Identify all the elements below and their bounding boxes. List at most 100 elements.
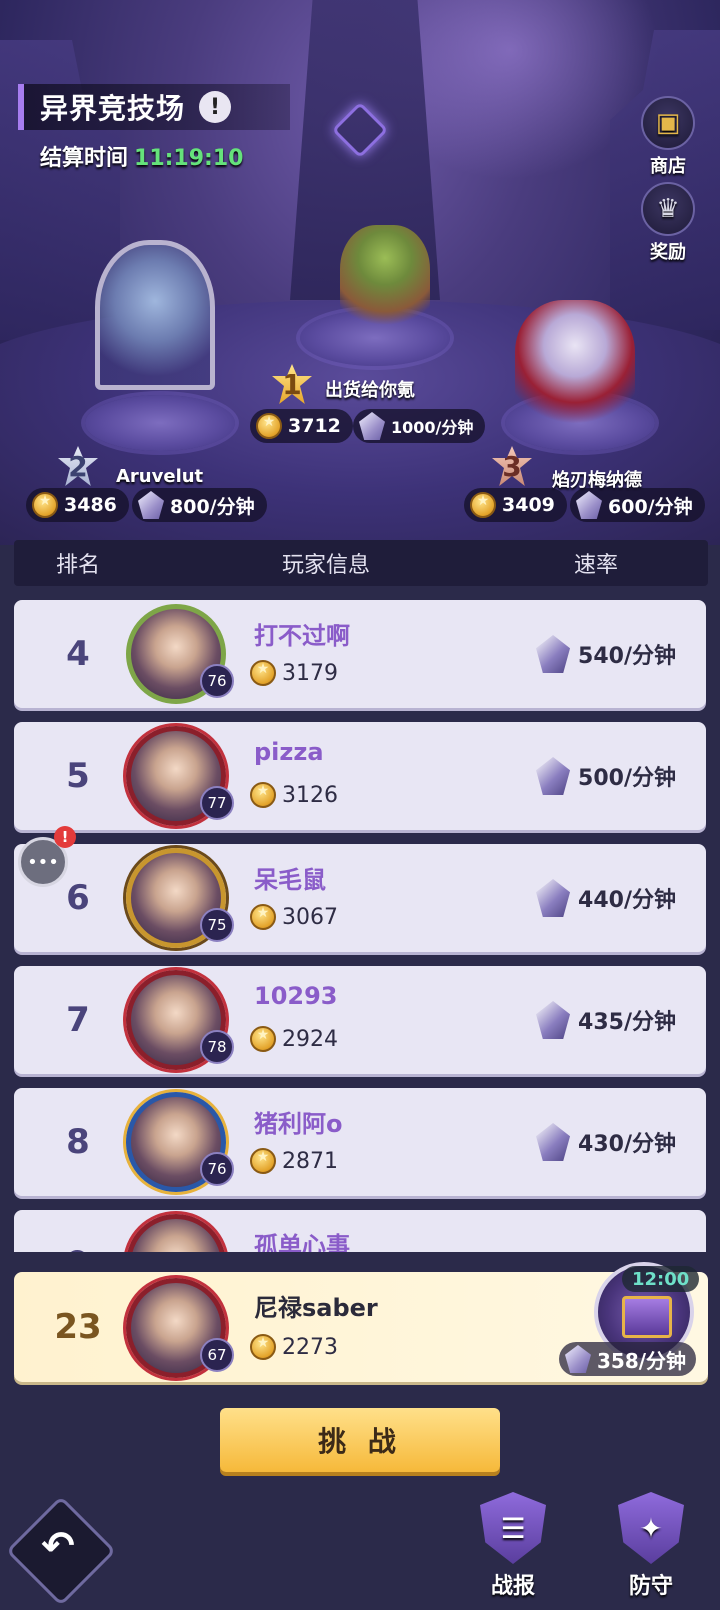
ranking-row[interactable]: 9 孤单心事	[14, 1210, 706, 1252]
podium-3-score-value: 3409	[502, 494, 555, 516]
player-score: 3067	[250, 904, 338, 930]
header-rate: 速率	[574, 553, 619, 578]
crystal-icon	[565, 1345, 591, 1373]
reward-button[interactable]: ♛ 奖励	[638, 182, 698, 264]
ranking-row[interactable]: 8 76 猪利阿o 2871 430/分钟	[14, 1088, 706, 1196]
rate-value: 440/分钟	[578, 888, 676, 913]
level-badge: 76	[200, 1152, 234, 1186]
settle-time: 11:19:10	[134, 146, 244, 171]
ranking-row[interactable]: 5 77 pizza 3126 500/分钟	[14, 722, 706, 830]
crystal-icon	[536, 1123, 571, 1161]
row-rank: 4	[66, 634, 90, 674]
chat-icon: •••	[27, 851, 59, 873]
ranking-row[interactable]: 6 75 呆毛鼠 3067 440/分钟	[14, 844, 706, 952]
rate-value: 500/分钟	[578, 766, 676, 791]
trophy-icon: ♛	[641, 182, 695, 236]
player-score: 3179	[250, 660, 338, 686]
crystal-icon	[536, 1001, 571, 1039]
podium-3-rate-value: 600/分钟	[608, 495, 693, 518]
podium-2-rate: 800/分钟	[132, 488, 267, 522]
pedestal-2	[85, 395, 235, 451]
score-value: 2871	[282, 1148, 338, 1174]
rate-value: 430/分钟	[578, 1132, 676, 1157]
player-score: 2871	[250, 1148, 338, 1174]
podium-2-rate-value: 800/分钟	[170, 495, 255, 518]
coin-icon	[256, 413, 282, 439]
ranking-row[interactable]: 4 76 打不过啊 3179 540/分钟	[14, 600, 706, 708]
score-value: 3067	[282, 904, 338, 930]
ranking-list[interactable]: 4 76 打不过啊 3179 540/分钟 5 77 pizza 3126 50…	[14, 600, 708, 1252]
back-arrow-icon: ↶	[41, 1523, 75, 1570]
level-badge: 76	[200, 664, 234, 698]
podium-2-name: Aruvelut	[116, 466, 204, 487]
podium-1-rate-value: 1000/分钟	[391, 418, 474, 437]
page-title: 异界竞技场	[40, 92, 186, 125]
back-button[interactable]: ↶	[5, 1495, 117, 1607]
battle-report-label: 战报	[490, 1574, 535, 1599]
header-player: 玩家信息	[282, 553, 371, 578]
score-value: 3179	[282, 660, 338, 686]
shop-label: 商店	[650, 156, 686, 177]
self-score: 2273	[250, 1334, 338, 1360]
player-score: 3126	[250, 782, 338, 808]
player-rate: 435/分钟	[536, 966, 676, 1074]
arena-scene	[0, 0, 720, 545]
settle-label: 结算时间	[40, 146, 129, 171]
self-name: 尼禄saber	[254, 1294, 378, 1322]
info-icon[interactable]: !	[199, 91, 232, 123]
coin-icon	[250, 660, 276, 686]
self-rank: 23	[54, 1307, 102, 1347]
row-rank: 5	[66, 756, 90, 796]
crystal-icon	[536, 879, 571, 917]
coin-icon	[250, 1334, 276, 1360]
settle-timer: 结算时间 11:19:10	[40, 140, 243, 172]
self-ranking-row[interactable]: 23 67 尼禄saber 2273 12:00 358/分钟	[14, 1262, 708, 1382]
defense-button[interactable]: ✦ 防守	[606, 1492, 696, 1600]
hero-rank-3[interactable]	[515, 300, 635, 430]
coin-icon	[32, 492, 58, 518]
crystal-icon	[536, 635, 571, 673]
level-badge: 78	[200, 1030, 234, 1064]
self-score-value: 2273	[282, 1334, 338, 1360]
hero-rank-1[interactable]	[340, 225, 430, 335]
player-rate: 500/分钟	[536, 722, 676, 830]
battle-report-button[interactable]: ☰ 战报	[468, 1492, 558, 1600]
self-rate: 358/分钟	[559, 1342, 697, 1376]
self-level-badge: 67	[200, 1338, 234, 1372]
row-rank: 9	[58, 1210, 98, 1252]
podium-1-rate: 1000/分钟	[353, 409, 486, 443]
score-value: 3126	[282, 782, 338, 808]
shop-icon: ▣	[641, 96, 695, 150]
row-rank: 8	[66, 1122, 90, 1162]
defense-label: 防守	[628, 1574, 673, 1599]
hero-rank-2[interactable]	[95, 240, 215, 390]
player-name: 10293	[254, 982, 338, 1010]
coin-icon	[250, 1026, 276, 1052]
podium-3-score: 3409	[464, 488, 567, 522]
shop-button[interactable]: ▣ 商店	[638, 96, 698, 178]
rate-value: 540/分钟	[578, 644, 676, 669]
row-rank: 7	[66, 1000, 90, 1040]
level-badge: 75	[200, 908, 234, 942]
player-name: 猪利阿o	[254, 1110, 343, 1138]
coin-icon	[250, 904, 276, 930]
crystal-icon	[576, 491, 602, 519]
podium-1-name: 出货给你氪	[325, 380, 415, 401]
player-name: 孤单心事	[254, 1232, 350, 1252]
crystal-icon	[536, 757, 571, 795]
podium-2-score-value: 3486	[64, 494, 117, 516]
challenge-button[interactable]: 挑 战	[220, 1408, 500, 1472]
reward-label: 奖励	[650, 242, 686, 263]
title-bar: 异界竞技场 !	[18, 84, 290, 130]
chest-timer: 12:00	[622, 1266, 700, 1292]
ranking-header: 排名 玩家信息 速率	[14, 540, 708, 586]
level-badge: 77	[200, 786, 234, 820]
self-rate-value: 358/分钟	[597, 1348, 687, 1373]
player-rate: 440/分钟	[536, 844, 676, 952]
crystal-icon	[138, 491, 164, 519]
ranking-row[interactable]: 7 78 10293 2924 435/分钟	[14, 966, 706, 1074]
player-name: 打不过啊	[254, 622, 350, 650]
report-icon: ☰	[480, 1492, 546, 1564]
avatar[interactable]	[126, 1214, 226, 1252]
score-value: 2924	[282, 1026, 338, 1052]
